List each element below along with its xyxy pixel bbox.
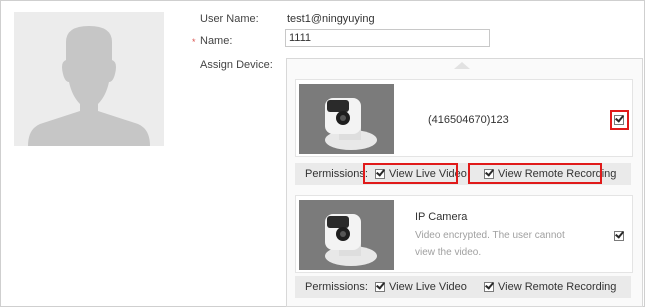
highlight-box: [610, 110, 629, 130]
permissions-label: Permissions:: [305, 281, 368, 293]
view-remote-recording-label[interactable]: View Remote Recording: [498, 281, 616, 293]
username-label: User Name:: [200, 13, 259, 25]
view-live-video-label[interactable]: View Live Video: [389, 281, 467, 293]
device-card: (416504670)123: [295, 79, 633, 157]
required-mark: *: [192, 37, 196, 47]
checkbox-checked-icon: [485, 280, 494, 290]
avatar: [14, 12, 164, 146]
checkbox-checked-icon: [376, 280, 385, 290]
permissions-label: Permissions:: [305, 168, 368, 180]
name-field[interactable]: [285, 29, 490, 47]
device-select-checkbox[interactable]: [614, 229, 624, 241]
highlight-box: [468, 163, 602, 184]
camera-icon: [299, 84, 394, 154]
assign-device-label: Assign Device:: [200, 59, 273, 71]
checkbox-checked-icon: [615, 229, 624, 239]
username-value: test1@ningyuying: [287, 13, 375, 25]
device-list[interactable]: (416504670)123 Permissions: View Live Vi…: [286, 58, 643, 307]
scroll-up-icon[interactable]: [454, 62, 470, 69]
device-title: IP Camera: [415, 211, 468, 223]
permissions-bar: Permissions: View Live Video View Remote…: [295, 163, 631, 185]
view-remote-recording-checkbox[interactable]: [484, 280, 494, 292]
name-label: Name:: [200, 35, 233, 47]
user-silhouette-icon: [28, 26, 150, 146]
permissions-bar: Permissions: View Live Video View Remote…: [295, 276, 631, 298]
device-title: (416504670)123: [428, 114, 509, 126]
device-card: IP Camera Video encrypted. The user cann…: [295, 195, 633, 273]
view-live-video-checkbox[interactable]: [375, 280, 385, 292]
device-note: Video encrypted. The user cannot view th…: [415, 230, 565, 258]
camera-icon: [299, 200, 394, 270]
highlight-box: [363, 163, 458, 184]
